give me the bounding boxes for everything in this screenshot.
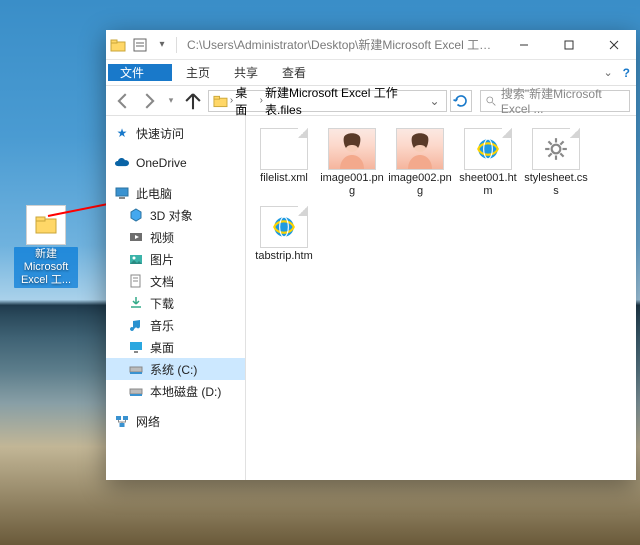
address-dropdown-icon[interactable]: ⌄ [427,94,442,108]
explorer-window: ▾ C:\Users\Administrator\Desktop\新建Micro… [106,30,636,480]
props-icon[interactable] [132,37,148,53]
nav-bar: ▾ › 桌面 › 新建Microsoft Excel 工作表.files ⌄ 搜… [106,86,636,116]
quick-access-toolbar: ▾ [106,37,181,53]
image-thumb [396,128,444,170]
desktop-folder-label: 新建Microsoft Excel 工... [14,247,78,288]
navigation-pane: ★ 快速访问 OneDrive 此电脑 3D 对象 视频 图片 文档 下载 音乐… [106,116,246,480]
videos-icon [128,229,144,245]
3d-icon [128,207,144,223]
onedrive-icon [114,155,130,171]
ribbon-expand-icon[interactable]: ⌄ [603,66,612,79]
css-file-icon [532,128,580,170]
file-item[interactable]: filelist.xml [252,128,316,198]
folder-icon [213,93,228,109]
help-icon[interactable]: ? [623,66,630,80]
qat-dropdown-icon[interactable]: ▾ [154,37,170,53]
tree-downloads[interactable]: 下载 [106,292,245,314]
search-placeholder: 搜索"新建Microsoft Excel ... [501,85,625,116]
tree-network[interactable]: 网络 [106,410,245,432]
network-icon [114,413,130,429]
back-button[interactable] [112,90,134,112]
tree-desktop[interactable]: 桌面 [106,336,245,358]
tab-view[interactable]: 查看 [270,60,318,85]
chevron-right-icon[interactable]: › [230,95,233,106]
pictures-icon [128,251,144,267]
chevron-right-icon[interactable]: › [260,95,263,106]
xml-file-icon [260,128,308,170]
address-bar[interactable]: › 桌面 › 新建Microsoft Excel 工作表.files ⌄ [208,90,447,112]
window-title: C:\Users\Administrator\Desktop\新建Microso… [181,36,501,53]
tree-d-drive[interactable]: 本地磁盘 (D:) [106,380,245,402]
desktop-folder-icon[interactable]: 新建Microsoft Excel 工... [14,205,78,288]
tree-quick-access[interactable]: ★ 快速访问 [106,122,245,144]
folder-thumb [26,205,66,245]
pc-icon [114,185,130,201]
tab-home[interactable]: 主页 [174,60,222,85]
file-item[interactable]: image002.png [388,128,452,198]
file-item[interactable]: tabstrip.htm [252,206,316,263]
file-item[interactable]: stylesheet.css [524,128,588,198]
minimize-button[interactable] [501,30,546,60]
refresh-button[interactable] [450,90,472,112]
tab-share[interactable]: 共享 [222,60,270,85]
search-box[interactable]: 搜索"新建Microsoft Excel ... [480,90,630,112]
close-button[interactable] [591,30,636,60]
tree-pictures[interactable]: 图片 [106,248,245,270]
tree-c-drive[interactable]: 系统 (C:) [106,358,245,380]
tree-this-pc[interactable]: 此电脑 [106,182,245,204]
search-icon [485,94,497,108]
quick-access-icon: ★ [114,125,130,141]
tree-3d-objects[interactable]: 3D 对象 [106,204,245,226]
file-pane[interactable]: filelist.xml image001.png image002.png [246,116,636,480]
downloads-icon [128,295,144,311]
breadcrumb-segment[interactable]: 桌面 [235,84,257,118]
title-bar: ▾ C:\Users\Administrator\Desktop\新建Micro… [106,30,636,60]
music-icon [128,317,144,333]
tree-onedrive[interactable]: OneDrive [106,152,245,174]
htm-file-icon [464,128,512,170]
recent-dropdown-icon[interactable]: ▾ [164,90,178,112]
file-item[interactable]: image001.png [320,128,384,198]
folder-icon [110,37,126,53]
up-button[interactable] [182,90,204,112]
tree-videos[interactable]: 视频 [106,226,245,248]
desktop-icon [128,339,144,355]
file-item[interactable]: sheet001.htm [456,128,520,198]
drive-icon [128,361,144,377]
documents-icon [128,273,144,289]
tree-music[interactable]: 音乐 [106,314,245,336]
image-thumb [328,128,376,170]
maximize-button[interactable] [546,30,591,60]
drive-icon [128,383,144,399]
breadcrumb-segment[interactable]: 新建Microsoft Excel 工作表.files [265,84,423,118]
tree-documents[interactable]: 文档 [106,270,245,292]
ribbon-tabs: 文件 主页 共享 查看 ⌄ ? [106,60,636,86]
forward-button[interactable] [138,90,160,112]
htm-file-icon [260,206,308,248]
tab-file[interactable]: 文件 [108,64,172,81]
